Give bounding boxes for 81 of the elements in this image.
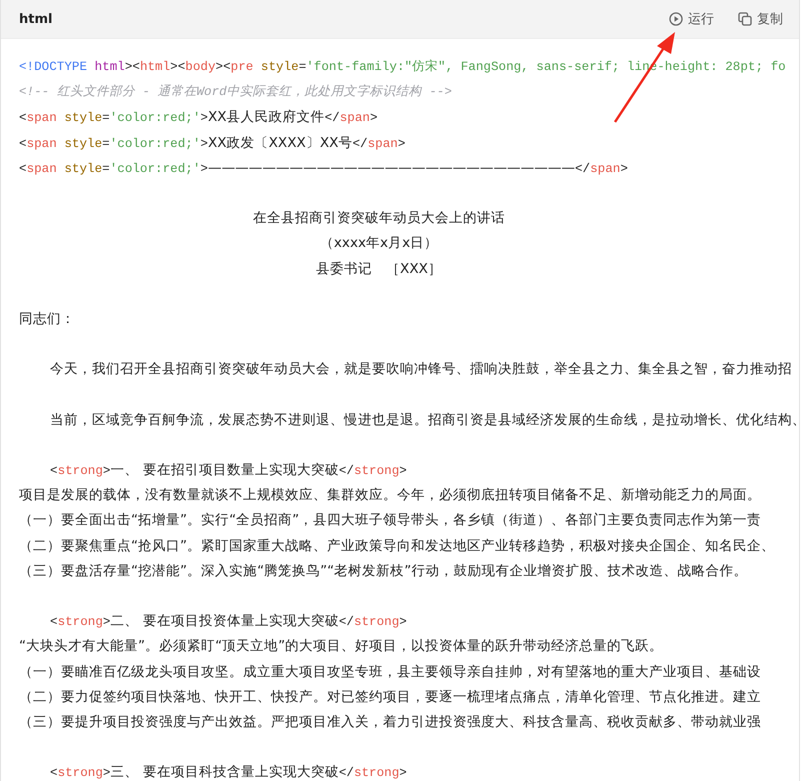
code-punctuation: </ [338, 766, 354, 780]
code-punctuation: > [399, 615, 407, 630]
tag-name: span [26, 136, 57, 151]
code-punctuation: > [399, 464, 407, 478]
tag-name: span [590, 162, 620, 176]
code-text: “大块头才有大能量”。必须紧盯“顶天立地”的大项目、好项目，以投资体量的跃升带动经济总量的飞跃。 [19, 638, 664, 654]
code-punctuation: > [370, 111, 378, 126]
code-punctuation: </ [338, 464, 354, 478]
code-text: （三）要盘活存量“挖潜能”。深入实施“腾笼换鸟”“老树发新枝”行动，鼓励现有企业增资扩股、技术改造、战略合作。 [19, 562, 748, 579]
code-keyword: html [94, 60, 125, 74]
code-punctuation: </ [352, 136, 368, 151]
code-punctuation: > [200, 162, 208, 176]
attribute-name: style [260, 60, 299, 74]
copy-button[interactable]: 复制 [738, 8, 783, 30]
attribute-value: 'color:red;' [110, 111, 200, 126]
code-text: （一）要瞄准百亿级龙头项目攻坚。成立重大项目攻坚专班，县主要领导亲自挂帅，对有望落地的重大产业项目、基础设 [19, 664, 761, 680]
tag-name: strong [354, 615, 400, 630]
code-comment: <!-- 红头文件部分 - 通常在Word中实际套红，此处用文字标识结构 --> [19, 85, 452, 100]
code-text: 一、 要在招引项目数量上实现大突破 [110, 462, 339, 478]
code-punctuation: > [398, 136, 406, 151]
code-punctuation: >< [124, 60, 140, 74]
code-punctuation: > [200, 111, 208, 126]
code-punctuation: = [298, 60, 306, 74]
tag-name: strong [58, 464, 103, 478]
code-text: 二、 要在项目投资体量上实现大突破 [110, 613, 339, 630]
tag-name: html [140, 60, 170, 74]
code-text: 今天，我们召开全县招商引资突破年动员大会，就是要吹响冲锋号、擂响决胜鼓，举全县之力、集全县之智，奋力推动招 [50, 361, 792, 378]
code-text: 项目是发展的载体，没有数量就谈不上规模效应、集群效应。今年，必须彻底扭转项目储备不足、新增动能乏力的局面。 [19, 487, 761, 504]
code-text: 同志们： [19, 310, 75, 327]
attribute-name: style [64, 162, 102, 176]
code-punctuation: < [50, 464, 58, 478]
code-text: （一）要全面出击“拓增量”。实行“全员招商”，县四大班子领导带头，各乡镇（街道）、各部门主要负责同志作为第一责 [19, 512, 762, 528]
code-punctuation: < [19, 162, 27, 176]
code-punctuation: </ [575, 162, 590, 176]
code-punctuation: > [102, 615, 110, 630]
code-punctuation: < [50, 766, 58, 780]
code-punctuation: > [399, 766, 407, 780]
attribute-value: 'color:red;' [110, 162, 200, 176]
tag-name: span [368, 136, 398, 151]
tag-name: body [185, 60, 216, 74]
code-punctuation: >< [170, 60, 186, 74]
tag-name: span [26, 111, 57, 126]
code-text: XX县人民政府文件 [208, 109, 325, 126]
code-text: 在全县招商引资突破年动员大会上的讲话 [253, 210, 505, 226]
attribute-value: 'color:red;' [110, 136, 200, 151]
code-text: XX政发〔XXXX〕XX号 [208, 134, 352, 151]
tag-name: strong [58, 766, 103, 780]
code-punctuation: > [200, 136, 208, 151]
code-punctuation: < [19, 111, 27, 126]
code-text: （xxxx年x月x日） [320, 235, 438, 252]
attribute-name: style [64, 136, 102, 151]
run-button[interactable]: 运行 [669, 8, 714, 30]
code-punctuation: </ [324, 111, 340, 126]
code-punctuation: < [50, 615, 58, 630]
code-text: （三）要提升项目投资强度与产出效益。严把项目准入关，着力引进投资强度大、科技含量高、税收贡献多、带动就业强 [19, 714, 761, 730]
copy-icon [738, 12, 752, 26]
code-text: （二）要力促签约项目快落地、快开工、快投产。对已签约项目，要逐一梳理堵点痛点，清单化管理、节点化推进。建立 [19, 688, 761, 705]
attribute-name: style [64, 111, 102, 126]
tag-name: span [26, 162, 57, 176]
code-punctuation: > [102, 464, 110, 478]
code-punctuation: < [19, 136, 27, 151]
tag-name: strong [354, 464, 400, 478]
tag-name: pre [230, 60, 254, 74]
code-text: 县委书记 ［XXX］ [316, 260, 442, 276]
code-punctuation: </ [338, 615, 354, 630]
doctype-keyword: <!DOCTYPE [19, 60, 88, 74]
code-punctuation: = [102, 136, 110, 151]
play-icon [669, 12, 683, 26]
language-label: html [19, 12, 52, 26]
code-punctuation: = [102, 162, 110, 176]
code-punctuation: >< [216, 60, 231, 74]
tag-name: strong [58, 615, 103, 630]
code-punctuation: = [102, 111, 110, 126]
code-text: 三、 要在项目科技含量上实现大突破 [110, 764, 339, 780]
tag-name: strong [354, 766, 400, 780]
tag-name: span [340, 111, 370, 126]
code-punctuation: > [102, 766, 110, 780]
code-text: ——————————————————————————— [208, 160, 575, 176]
code-punctuation: > [620, 162, 628, 176]
code-text: （二）要聚焦重点“抢风口”。紧盯国家重大战略、产业政策导向和发达地区产业转移趋势，积极对接央企国企、知名民企、 [19, 538, 776, 554]
code-text: 当前，区域竞争百舸争流，发展态势不进则退、慢进也是退。招商引资是县域经济发展的生命线，是拉动增长、优化结构、 [50, 412, 799, 428]
